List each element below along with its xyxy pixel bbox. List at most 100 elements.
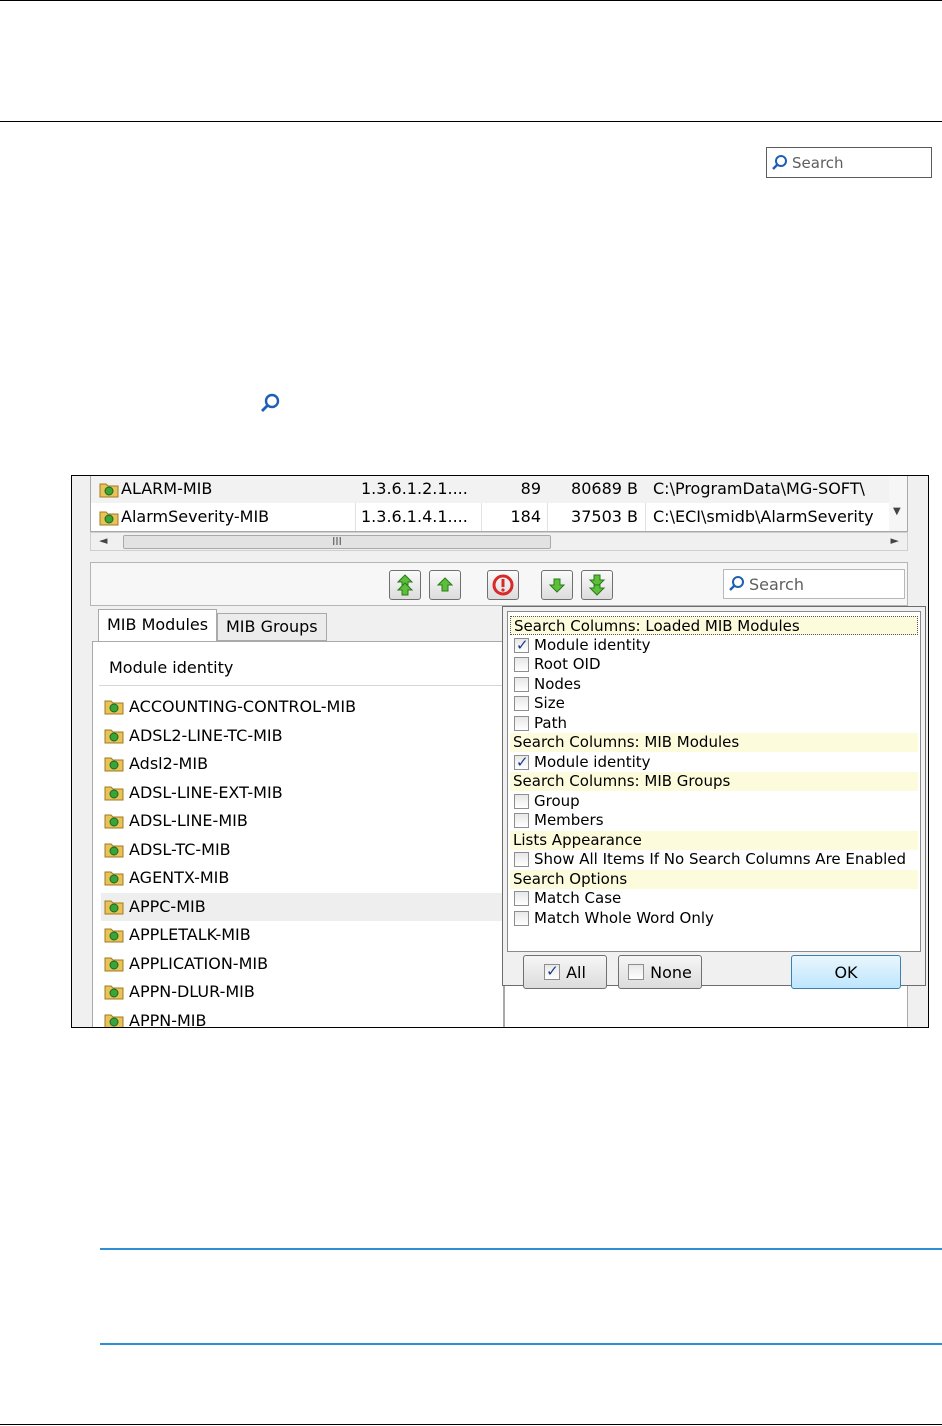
- folder-module-icon: [104, 957, 124, 971]
- horizontal-scrollbar[interactable]: ◄ III ►: [90, 532, 908, 551]
- checkbox-icon: [514, 715, 529, 731]
- table-row[interactable]: ALARM-MIB 1.3.6.1.2.1.... 89 80689 B C:\…: [91, 476, 891, 503]
- option-checkbox[interactable]: Match Case: [514, 889, 621, 908]
- toolbar-search-input[interactable]: Search: [723, 569, 905, 599]
- checkbox-icon: [514, 696, 529, 711]
- unload-icon: [492, 574, 514, 596]
- folder-module-icon: [104, 985, 124, 1000]
- folder-module-icon: [104, 871, 124, 886]
- option-label: Match Case: [534, 889, 622, 907]
- list-item[interactable]: APPC-MIB: [101, 892, 503, 921]
- list-item[interactable]: APPN-MIB: [101, 1007, 503, 1028]
- option-label: Path: [534, 713, 567, 732]
- tab-mib-groups[interactable]: MIB Groups: [217, 613, 327, 641]
- module-nodes: 184: [510, 507, 541, 526]
- search-placeholder: Search: [749, 574, 804, 594]
- option-checkbox[interactable]: Show All Items If No Search Columns Are …: [514, 850, 906, 869]
- option-label: Nodes: [534, 674, 581, 693]
- checkbox-icon: [514, 636, 529, 655]
- option-checkbox[interactable]: Module identity: [514, 636, 651, 655]
- module-nodes: 89: [520, 479, 541, 498]
- ok-button[interactable]: OK: [791, 955, 901, 989]
- checkbox-icon: [514, 753, 529, 772]
- option-label: Show All Items If No Search Columns Are …: [534, 850, 907, 868]
- module-name: ALARM-MIB: [121, 479, 213, 498]
- list-item[interactable]: ADSL2-LINE-TC-MIB: [101, 722, 503, 750]
- list-item[interactable]: APPLETALK-MIB: [101, 921, 503, 949]
- column-header-module-identity[interactable]: Module identity: [99, 652, 503, 686]
- list-item[interactable]: Adsl2-MIB: [101, 750, 503, 778]
- list-item-label: ADSL-TC-MIB: [129, 839, 231, 859]
- list-item-label: APPN-DLUR-MIB: [129, 982, 255, 1001]
- module-size: 37503 B: [571, 507, 638, 526]
- move-bottom-icon: [588, 574, 606, 596]
- list-item-label: APPLICATION-MIB: [129, 953, 269, 973]
- checkbox-icon: [628, 964, 645, 980]
- search-icon: [772, 154, 787, 170]
- module-path: C:\ECI\smidb\AlarmSeverity: [653, 507, 874, 526]
- list-item[interactable]: APPLICATION-MIB: [101, 950, 503, 978]
- option-checkbox[interactable]: Size: [514, 694, 565, 713]
- search-options-popup: Search Columns: Loaded MIB ModulesModule…: [502, 606, 926, 989]
- select-all-button[interactable]: All: [523, 955, 607, 989]
- tab-label: MIB Groups: [226, 617, 318, 636]
- checkbox-icon: [514, 793, 529, 809]
- option-checkbox[interactable]: Match Whole Word Only: [514, 909, 714, 928]
- table-row[interactable]: AlarmSeverity-MIB 1.3.6.1.4.1.... 184 37…: [91, 504, 891, 531]
- section-header: Search Options: [510, 869, 918, 889]
- option-label: Group: [534, 791, 580, 810]
- option-label: Match Whole Word Only: [534, 908, 714, 927]
- option-checkbox[interactable]: Path: [514, 714, 567, 733]
- option-checkbox[interactable]: Members: [514, 811, 604, 830]
- move-top-icon: [396, 574, 414, 596]
- scrollbar-grip: III: [332, 535, 342, 548]
- select-none-button[interactable]: None: [618, 955, 702, 989]
- unload-button[interactable]: [487, 570, 519, 600]
- move-top-button[interactable]: [389, 570, 421, 600]
- list-item[interactable]: APPN-DLUR-MIB: [101, 978, 503, 1006]
- move-up-button[interactable]: [429, 570, 461, 600]
- list-item-label: ADSL-LINE-EXT-MIB: [129, 782, 283, 802]
- option-checkbox[interactable]: Group: [514, 792, 580, 811]
- list-item[interactable]: ADSL-LINE-EXT-MIB: [101, 779, 503, 807]
- module-size: 80689 B: [571, 479, 638, 498]
- folder-module-icon: [99, 511, 119, 526]
- module-oid: 1.3.6.1.4.1....: [361, 507, 468, 526]
- list-item-label: ADSL2-LINE-TC-MIB: [129, 725, 283, 745]
- vertical-scrollbar[interactable]: ▼: [889, 476, 907, 531]
- folder-module-icon: [104, 843, 124, 857]
- list-item-label: AGENTX-MIB: [129, 868, 230, 887]
- option-checkbox[interactable]: Nodes: [514, 675, 581, 694]
- scroll-left-icon[interactable]: ◄: [99, 534, 107, 547]
- button-label: All: [566, 962, 586, 982]
- tab-mib-modules[interactable]: MIB Modules: [98, 609, 218, 641]
- folder-module-icon: [104, 928, 124, 943]
- folder-module-icon: [104, 900, 124, 914]
- search-placeholder: Search: [792, 153, 844, 172]
- option-label: Members: [534, 811, 604, 829]
- list-item[interactable]: AGENTX-MIB: [101, 864, 503, 892]
- button-label: OK: [834, 962, 858, 982]
- search-input[interactable]: Search: [766, 147, 932, 178]
- scroll-right-icon[interactable]: ►: [891, 534, 899, 547]
- list-item[interactable]: ADSL-TC-MIB: [101, 836, 503, 864]
- option-label: Size: [534, 694, 565, 712]
- scrollbar-thumb[interactable]: III: [123, 535, 551, 549]
- folder-module-icon: [104, 814, 124, 829]
- scroll-down-icon[interactable]: ▼: [893, 506, 901, 517]
- option-checkbox[interactable]: Root OID: [514, 655, 601, 674]
- move-down-button[interactable]: [541, 570, 573, 600]
- list-item-label: Adsl2-MIB: [129, 754, 209, 773]
- note-box: [100, 1248, 942, 1345]
- list-item[interactable]: ACCOUNTING-CONTROL-MIB: [101, 693, 503, 721]
- loaded-modules-list: ALARM-MIB 1.3.6.1.2.1.... 89 80689 B C:\…: [90, 476, 908, 532]
- list-item[interactable]: ADSL-LINE-MIB: [101, 807, 503, 835]
- move-bottom-button[interactable]: [581, 570, 613, 600]
- section-header: Search Columns: MIB Groups: [510, 772, 918, 791]
- option-label: Module identity: [534, 635, 651, 654]
- list-item-label: ADSL-LINE-MIB: [129, 811, 248, 830]
- folder-module-icon: [104, 700, 124, 715]
- checkbox-icon: [514, 676, 529, 692]
- option-checkbox[interactable]: Module identity: [514, 753, 651, 772]
- list-item-label: APPN-MIB: [129, 1010, 207, 1028]
